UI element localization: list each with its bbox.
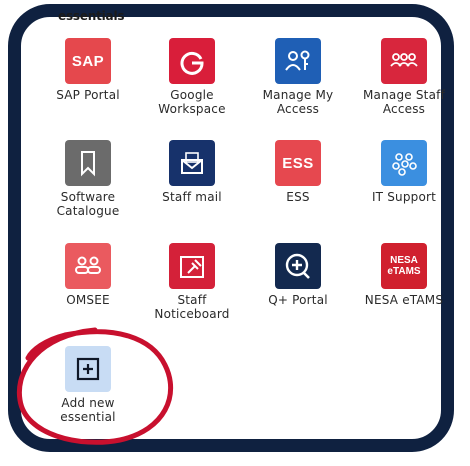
tile-label: Google Workspace (158, 88, 226, 116)
tile-label: NESA eTAMS (364, 293, 444, 307)
sap-logo-icon: SAP (65, 38, 111, 84)
tile-omsee[interactable]: OMSEE (36, 243, 140, 307)
users-group-icon (381, 38, 427, 84)
tile-q-portal[interactable]: Q+ Portal (246, 243, 350, 307)
tile-label: Software Catalogue (56, 190, 120, 218)
add-new-essential-button[interactable]: Add new essential (36, 346, 140, 424)
google-g-icon (169, 38, 215, 84)
tile-staff-mail[interactable]: Staff mail (140, 140, 244, 204)
tile-label: Manage My Access (262, 88, 334, 116)
ess-logo-icon: ESS (275, 140, 321, 186)
network-nodes-icon (381, 140, 427, 186)
tile-label: IT Support (371, 190, 437, 204)
noticeboard-pin-icon (169, 243, 215, 289)
tile-label: SAP Portal (56, 88, 120, 102)
tile-nesa-etams[interactable]: NESA eTAMS NESA eTAMS (352, 243, 456, 307)
tile-label: Staff Noticeboard (154, 293, 230, 321)
tile-it-support[interactable]: IT Support (352, 140, 456, 204)
tile-manage-staff-access[interactable]: Manage Staff Access (352, 38, 456, 116)
tile-sap-portal[interactable]: SAP SAP Portal (36, 38, 140, 102)
add-square-icon (65, 346, 111, 392)
tile-ess[interactable]: ESS ESS (246, 140, 350, 204)
add-tile-label: Add new essential (60, 396, 116, 424)
user-key-icon (275, 38, 321, 84)
section-title: essentials (58, 9, 125, 23)
tile-staff-noticeboard[interactable]: Staff Noticeboard (140, 243, 244, 321)
tile-label: Q+ Portal (268, 293, 328, 307)
tile-software-catalogue[interactable]: Software Catalogue (36, 140, 140, 218)
q-plus-icon (275, 243, 321, 289)
tile-label: Staff mail (162, 190, 222, 204)
tile-label: OMSEE (66, 293, 110, 307)
nesa-etams-icon: NESA eTAMS (381, 243, 427, 289)
people-pair-icon (65, 243, 111, 289)
tile-label: ESS (286, 190, 310, 204)
bookmark-icon (65, 140, 111, 186)
tile-google-workspace[interactable]: Google Workspace (140, 38, 244, 116)
tile-label: Manage Staff Access (362, 88, 445, 116)
mail-envelope-icon (169, 140, 215, 186)
tile-manage-my-access[interactable]: Manage My Access (246, 38, 350, 116)
